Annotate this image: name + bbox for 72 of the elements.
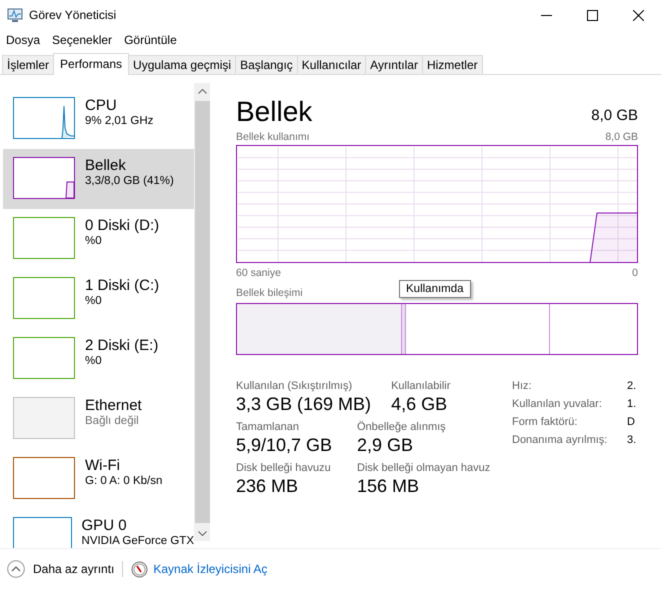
device-detail: 9% 2,01 GHz <box>85 114 154 129</box>
device-detail: NVIDIA GeForce GTX <box>82 534 194 548</box>
tab[interactable]: Kullanıcılar <box>296 55 366 74</box>
menu-item[interactable]: Seçenekler <box>46 33 118 47</box>
stat-value: 5,9/10,7 GB <box>236 434 334 456</box>
stat-value: 156 MB <box>357 475 420 497</box>
device-name: CPU <box>85 97 118 114</box>
detail-label: Hız: <box>512 379 533 393</box>
chart-max-label: 8,0 GB <box>605 131 638 143</box>
tab[interactable]: Hizmetler <box>422 55 483 74</box>
stat-value: 4,6 GB <box>391 393 448 415</box>
time-axis-label: 60 saniye <box>236 267 281 279</box>
tab[interactable]: Performans <box>53 53 130 75</box>
stat-label: Kullanılan (Sıkıştırılmış) <box>236 379 354 393</box>
window-title: Görev Yöneticisi <box>29 8 118 22</box>
detail-value: 1. <box>627 397 638 411</box>
device-name: 1 Diski (C:) <box>85 277 160 294</box>
detail-value: 3. <box>627 433 638 447</box>
detail-value: 2. <box>627 379 638 393</box>
tab[interactable]: Ayrıntılar <box>365 55 423 74</box>
stat-label: Disk belleği havuzu <box>236 461 332 475</box>
resource-monitor-link[interactable]: Kaynak İzleyicisini Aç <box>153 562 268 576</box>
device-detail: G: 0 A: 0 Kb/sn <box>85 474 162 489</box>
app-icon <box>7 8 23 22</box>
sidebar-item[interactable]: 1 Diski (C:) %0 <box>3 269 194 329</box>
sidebar-item[interactable]: Wi-Fi G: 0 A: 0 Kb/sn <box>3 449 194 509</box>
sidebar-item[interactable]: Bellek 3,3/8,0 GB (41%) <box>3 149 194 209</box>
menu-item[interactable]: Dosya <box>0 33 46 47</box>
detail-label: Kullanılan yuvalar: <box>512 397 603 411</box>
detail-value: D <box>627 415 636 429</box>
panel-title: Bellek <box>236 97 312 127</box>
stat-label: Önbelleğe alınmış <box>357 420 446 434</box>
sidebar-item[interactable]: CPU 9% 2,01 GHz <box>3 89 194 149</box>
device-name: Bellek <box>85 157 127 174</box>
stat-label: Tamamlanan <box>236 420 300 434</box>
total-memory: 8,0 GB <box>591 107 638 126</box>
device-name: Ethernet <box>85 397 142 414</box>
device-detail: %0 <box>85 294 103 309</box>
stat-value: 3,3 GB (169 MB) <box>236 393 372 415</box>
stat-label: Kullanılabilir <box>391 379 450 393</box>
tab[interactable]: İşlemler <box>2 55 54 74</box>
chevron-up-icon <box>198 88 206 94</box>
detail-label: Form faktörü: <box>512 415 578 429</box>
composition-label: Bellek bileşimi <box>236 287 303 299</box>
device-detail: 3,3/8,0 GB (41%) <box>85 174 174 189</box>
sidebar-item[interactable]: 0 Diski (D:) %0 <box>3 209 194 269</box>
gauge-icon <box>131 560 148 578</box>
scrollbar-thumb[interactable] <box>194 101 210 523</box>
sidebar-item[interactable]: 2 Diski (E:) %0 <box>3 329 194 389</box>
maximize-icon <box>586 10 598 20</box>
device-name: 0 Diski (D:) <box>85 217 160 234</box>
menu-item[interactable]: Görüntüle <box>118 33 183 47</box>
tooltip: Kullanımda <box>399 280 471 298</box>
fewer-details-button[interactable]: Daha az ayrıntı <box>33 562 114 576</box>
stat-value: 236 MB <box>236 475 300 497</box>
collapse-icon[interactable] <box>7 560 25 578</box>
stat-value: 2,9 GB <box>357 434 414 456</box>
device-detail: %0 <box>85 354 103 369</box>
close-icon <box>632 10 644 20</box>
device-detail: %0 <box>85 234 103 249</box>
device-detail: Bağlı değil <box>85 414 140 429</box>
time-axis-label: 0 <box>632 267 638 279</box>
detail-label: Donanıma ayrılmış: <box>512 433 608 447</box>
chart-label: Bellek kullanımı <box>236 131 310 143</box>
device-name: GPU 0 <box>82 517 128 534</box>
tab[interactable]: Uygulama geçmişi <box>128 55 236 74</box>
device-name: 2 Diski (E:) <box>85 337 158 354</box>
sidebar-item[interactable]: GPU 0 NVIDIA GeForce GTX <box>3 509 194 548</box>
tab[interactable]: Başlangıç <box>235 55 298 74</box>
chevron-down-icon <box>198 530 206 536</box>
device-name: Wi-Fi <box>85 457 121 474</box>
stat-label: Disk belleği olmayan havuz <box>357 461 490 475</box>
